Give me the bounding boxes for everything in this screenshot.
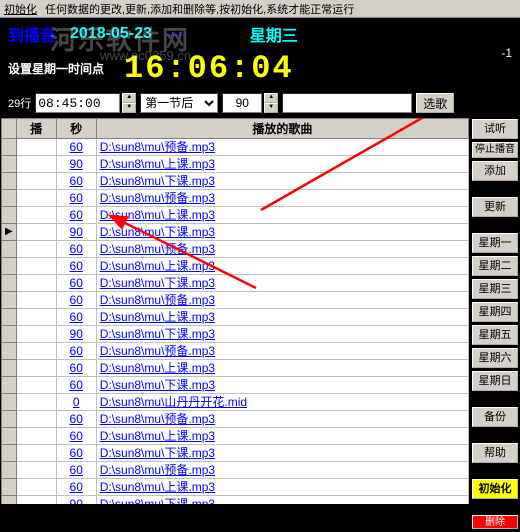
song-table[interactable]: 播 秒 播放的歌曲 60D:\sun8\mu\预备.mp390D:\sun8\m…: [1, 118, 469, 505]
table-row[interactable]: 60D:\sun8\mu\预备.mp3: [2, 139, 469, 156]
table-row[interactable]: 60D:\sun8\mu\预备.mp3: [2, 190, 469, 207]
neg-indicator: -1: [501, 46, 512, 60]
table-row[interactable]: 60D:\sun8\mu\预备.mp3: [2, 411, 469, 428]
toolbar-note: 任何数据的更改,更新,添加和删除等,按初始化,系统才能正常运行: [45, 1, 354, 17]
table-row[interactable]: 60D:\sun8\mu\上课.mp3: [2, 428, 469, 445]
backup-button[interactable]: 备份: [472, 407, 518, 427]
row-count-label: 29行: [8, 95, 31, 111]
weekday-display: 星期三: [250, 22, 298, 46]
init-button[interactable]: 初始化: [472, 479, 518, 499]
stop-button[interactable]: 停止播音: [472, 142, 518, 158]
spin-up-icon[interactable]: ▲: [264, 93, 278, 103]
try-listen-button[interactable]: 试听: [472, 119, 518, 139]
period-select[interactable]: 第一节后: [140, 93, 218, 113]
time-spinner[interactable]: ▲ ▼: [122, 93, 136, 113]
day-sun-button[interactable]: 星期日: [472, 371, 518, 391]
num-spinner[interactable]: ▲ ▼: [264, 93, 278, 113]
col-song: 播放的歌曲: [96, 119, 468, 139]
spin-down-icon[interactable]: ▼: [264, 103, 278, 113]
table-row[interactable]: 0D:\sun8\mu\山丹丹开花.mid: [2, 394, 469, 411]
day-mon-button[interactable]: 星期一: [472, 233, 518, 253]
song-input[interactable]: [282, 93, 412, 113]
col-sec: 秒: [56, 119, 96, 139]
table-row[interactable]: 90D:\sun8\mu\下课.mp3: [2, 496, 469, 506]
clock-display: 16:06:04: [124, 50, 294, 87]
init-link[interactable]: 初始化: [4, 1, 37, 17]
spin-down-icon[interactable]: ▼: [122, 103, 136, 113]
settings-label: 设置星期一时间点: [8, 60, 104, 77]
table-row[interactable]: 60D:\sun8\mu\上课.mp3: [2, 258, 469, 275]
date-display: 2018-05-23: [70, 25, 152, 43]
table-row[interactable]: 60D:\sun8\mu\上课.mp3: [2, 360, 469, 377]
add-button[interactable]: 添加: [472, 161, 518, 181]
side-panel: 试听 停止播音 添加 更新 星期一 星期二 星期三 星期四 星期五 星期六 星期…: [470, 117, 520, 531]
header-area: 到播音 2018-05-23 ── 星期三 -1 设置星期一时间点 16:06:…: [0, 18, 520, 117]
update-button[interactable]: 更新: [472, 197, 518, 217]
col-play: 播: [16, 119, 56, 139]
delete-button[interactable]: 删除: [472, 515, 518, 529]
table-row[interactable]: 60D:\sun8\mu\预备.mp3: [2, 462, 469, 479]
day-fri-button[interactable]: 星期五: [472, 325, 518, 345]
top-toolbar: 初始化 任何数据的更改,更新,添加和删除等,按初始化,系统才能正常运行: [0, 0, 520, 18]
time-input[interactable]: [35, 93, 120, 113]
spin-up-icon[interactable]: ▲: [122, 93, 136, 103]
table-row[interactable]: 60D:\sun8\mu\上课.mp3: [2, 207, 469, 224]
table-row[interactable]: ▶90D:\sun8\mu\下课.mp3: [2, 224, 469, 241]
table-row[interactable]: 60D:\sun8\mu\下课.mp3: [2, 445, 469, 462]
number-input[interactable]: [222, 93, 262, 113]
page-title: 到播音: [8, 22, 56, 46]
day-sat-button[interactable]: 星期六: [472, 348, 518, 368]
choose-song-button[interactable]: 选歌: [416, 93, 454, 113]
help-button[interactable]: 帮助: [472, 443, 518, 463]
table-row[interactable]: 60D:\sun8\mu\预备.mp3: [2, 292, 469, 309]
day-wed-button[interactable]: 星期三: [472, 279, 518, 299]
table-row[interactable]: 90D:\sun8\mu\上课.mp3: [2, 156, 469, 173]
table-row[interactable]: 60D:\sun8\mu\下课.mp3: [2, 377, 469, 394]
table-row[interactable]: 60D:\sun8\mu\预备.mp3: [2, 343, 469, 360]
day-tue-button[interactable]: 星期二: [472, 256, 518, 276]
table-row[interactable]: 60D:\sun8\mu\上课.mp3: [2, 479, 469, 496]
table-row[interactable]: 90D:\sun8\mu\下课.mp3: [2, 326, 469, 343]
table-row[interactable]: 60D:\sun8\mu\上课.mp3: [2, 309, 469, 326]
table-row[interactable]: 60D:\sun8\mu\下课.mp3: [2, 173, 469, 190]
table-row[interactable]: 60D:\sun8\mu\预备.mp3: [2, 241, 469, 258]
song-table-wrap: 播 秒 播放的歌曲 60D:\sun8\mu\预备.mp390D:\sun8\m…: [0, 117, 470, 505]
day-thu-button[interactable]: 星期四: [472, 302, 518, 322]
table-row[interactable]: 60D:\sun8\mu\下课.mp3: [2, 275, 469, 292]
